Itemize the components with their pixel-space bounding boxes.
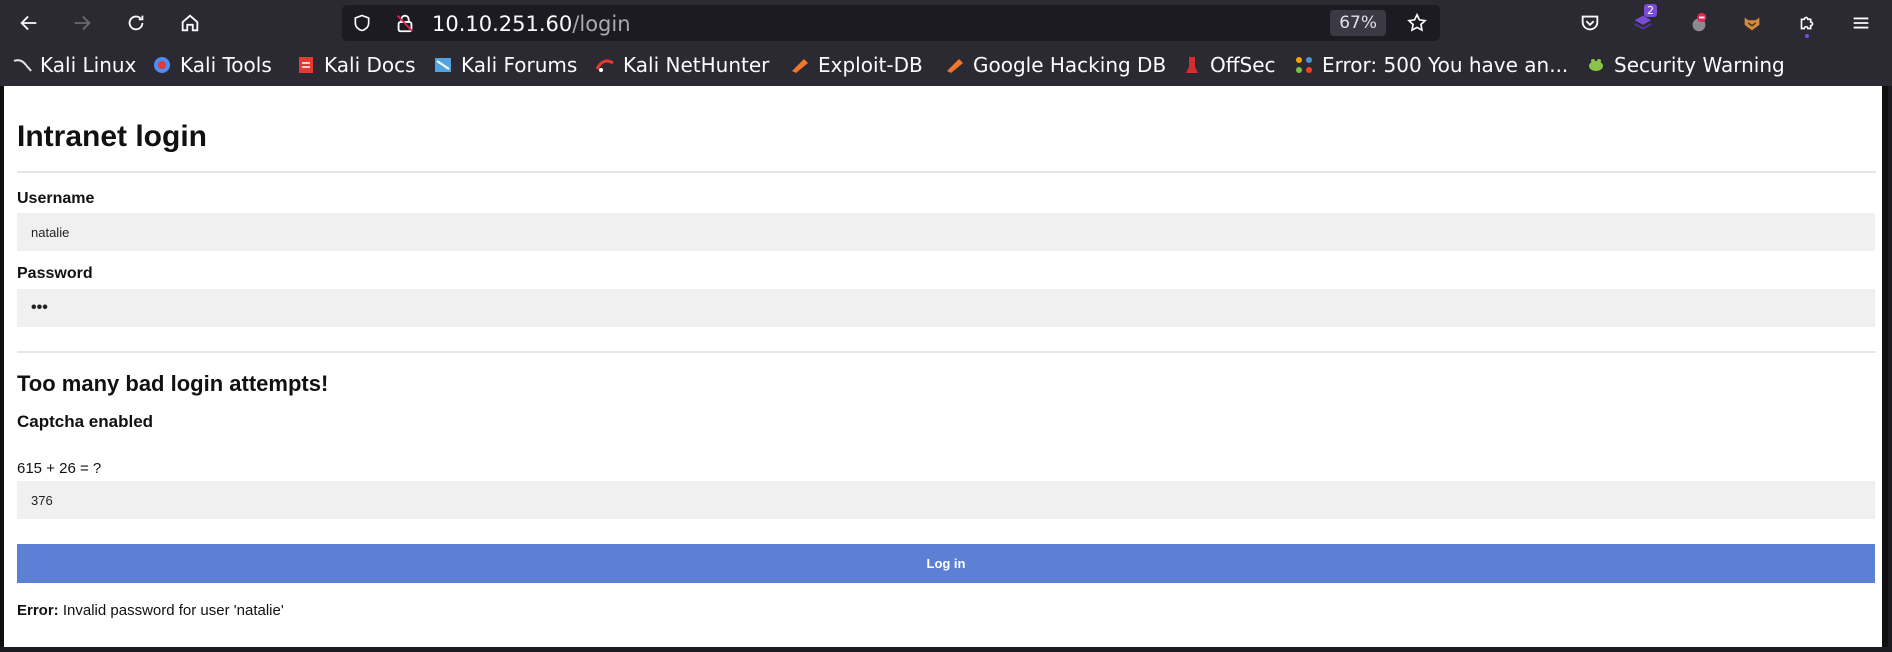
username-label: Username bbox=[17, 190, 95, 207]
bookmark-label: Kali Linux bbox=[40, 53, 137, 77]
extension-button-3[interactable] bbox=[1737, 8, 1767, 38]
page-title: Intranet login bbox=[17, 120, 207, 153]
bookmark-ghdb[interactable]: Google Hacking DB bbox=[945, 53, 1167, 77]
bookmark-label: Security Warning bbox=[1614, 53, 1785, 77]
bookmark-label: Error: 500 You have an... bbox=[1322, 53, 1569, 77]
browser-toolbar: 10.10.251.60/login 67% 2 bbox=[0, 0, 1892, 46]
bookmark-error-500[interactable]: Error: 500 You have an... bbox=[1294, 53, 1569, 77]
error-text: Invalid password for user 'natalie' bbox=[62, 602, 284, 619]
back-button[interactable] bbox=[14, 8, 44, 38]
exploit-db-icon bbox=[790, 55, 810, 75]
extension-button-1[interactable]: 2 bbox=[1628, 4, 1658, 38]
password-label: Password bbox=[17, 265, 93, 282]
bookmark-kali-tools[interactable]: Kali Tools bbox=[152, 53, 272, 77]
url-path: /login bbox=[572, 12, 631, 36]
bookmark-offsec[interactable]: OffSec bbox=[1182, 53, 1276, 77]
bookmark-label: Kali Docs bbox=[324, 53, 416, 77]
reload-button[interactable] bbox=[121, 8, 151, 38]
bookmark-star-icon[interactable] bbox=[1406, 12, 1428, 34]
bookmark-kali-nethunter[interactable]: Kali NetHunter bbox=[595, 53, 770, 77]
bookmark-exploit-db[interactable]: Exploit-DB bbox=[790, 53, 923, 77]
bookmark-label: Kali Forums bbox=[461, 53, 578, 77]
bookmark-kali-forums[interactable]: Kali Forums bbox=[433, 53, 578, 77]
extension-fox-icon bbox=[1744, 17, 1760, 31]
extensions-dot bbox=[1805, 34, 1809, 38]
captcha-heading: Captcha enabled bbox=[17, 412, 154, 431]
kali-docs-icon bbox=[296, 55, 316, 75]
bookmark-kali-docs[interactable]: Kali Docs bbox=[296, 53, 416, 77]
username-input[interactable]: natalie bbox=[17, 213, 1875, 251]
bookmark-label: Kali Tools bbox=[180, 53, 272, 77]
app-menu-button[interactable] bbox=[1846, 8, 1876, 38]
extension-button-2[interactable] bbox=[1684, 8, 1714, 38]
error-message: Error: Invalid password for user 'natali… bbox=[17, 602, 284, 619]
captcha-question: 615 + 26 = ? bbox=[17, 460, 102, 477]
captcha-input[interactable]: 376 bbox=[17, 481, 1875, 519]
address-bar[interactable]: 10.10.251.60/login 67% bbox=[342, 5, 1440, 41]
hamburger-menu-icon bbox=[1853, 17, 1869, 29]
warning-heading: Too many bad login attempts! bbox=[17, 371, 329, 396]
home-icon bbox=[181, 14, 199, 32]
password-input[interactable]: ••• bbox=[17, 289, 1875, 327]
bookmark-label: Exploit-DB bbox=[818, 53, 923, 77]
arrow-right-icon bbox=[74, 15, 91, 31]
bookmark-label: OffSec bbox=[1210, 53, 1276, 77]
divider bbox=[17, 351, 1876, 353]
bookmark-label: Google Hacking DB bbox=[973, 53, 1167, 77]
zoom-indicator[interactable]: 67% bbox=[1330, 10, 1386, 36]
bookmark-kali-linux[interactable]: Kali Linux bbox=[12, 53, 137, 77]
pocket-icon bbox=[1581, 15, 1599, 31]
tracking-shield-icon[interactable] bbox=[352, 13, 372, 33]
joomla-icon bbox=[1294, 55, 1314, 75]
kali-dragon-icon bbox=[12, 55, 32, 75]
puzzle-icon bbox=[1800, 16, 1814, 30]
forward-button[interactable] bbox=[67, 8, 97, 38]
divider bbox=[17, 171, 1876, 173]
bookmarks-toolbar: Kali Linux Kali Tools Kali Docs Kali For… bbox=[0, 46, 1892, 86]
arrow-left-icon bbox=[20, 15, 37, 31]
insecure-lock-icon[interactable] bbox=[394, 12, 416, 34]
page-content: Intranet login Username natalie Password… bbox=[0, 86, 1888, 647]
login-button[interactable]: Log in bbox=[17, 544, 1875, 583]
url-text[interactable]: 10.10.251.60/login bbox=[432, 12, 631, 36]
bookmark-security-warning[interactable]: Security Warning bbox=[1586, 53, 1785, 77]
url-host: 10.10.251.60 bbox=[432, 12, 573, 36]
extension-blocker-icon bbox=[1692, 12, 1707, 32]
home-button[interactable] bbox=[175, 8, 205, 38]
pocket-button[interactable] bbox=[1575, 8, 1605, 38]
kali-forums-icon bbox=[433, 55, 453, 75]
ghdb-icon bbox=[945, 55, 965, 75]
kali-tools-icon bbox=[152, 55, 172, 75]
nethunter-icon bbox=[595, 55, 615, 75]
bookmark-label: Kali NetHunter bbox=[623, 53, 770, 77]
extension-badge: 2 bbox=[1644, 4, 1657, 17]
reload-icon bbox=[128, 15, 144, 31]
error-prefix: Error: bbox=[17, 602, 59, 619]
extensions-menu-button[interactable] bbox=[1792, 8, 1822, 38]
offsec-icon bbox=[1182, 55, 1202, 75]
security-warning-icon bbox=[1586, 55, 1606, 75]
